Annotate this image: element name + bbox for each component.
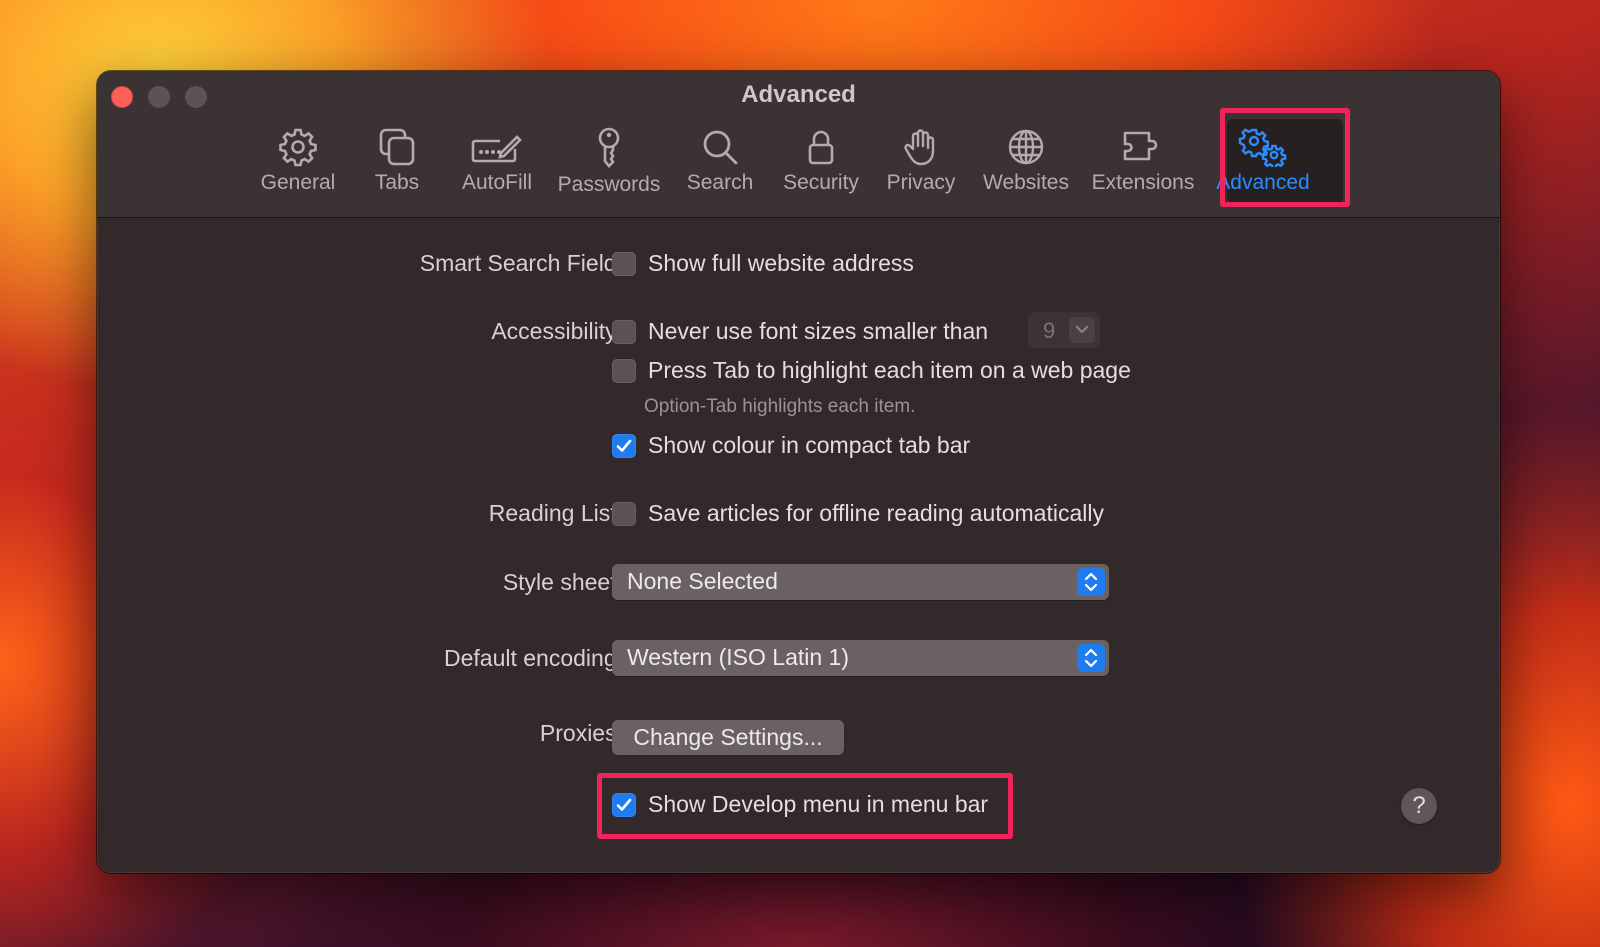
tab-label: Tabs: [374, 171, 420, 194]
show-full-address-checkbox[interactable]: [612, 252, 636, 276]
tab-extensions[interactable]: Extensions: [1091, 127, 1195, 199]
gear-icon: [279, 128, 317, 167]
min-font-size-select[interactable]: 9: [1028, 312, 1100, 348]
tab-highlight-checkbox[interactable]: [612, 359, 636, 383]
puzzle-icon: [1123, 131, 1158, 161]
tab-security[interactable]: Security: [781, 127, 861, 199]
compact-tab-colour-text: Show colour in compact tab bar: [648, 432, 971, 458]
default-encoding-popup[interactable]: Western (ISO Latin 1): [612, 640, 1109, 676]
min-font-size-value: 9: [1043, 318, 1056, 343]
option-tab-hint: Option-Tab highlights each item.: [644, 396, 916, 417]
hand-icon: [904, 129, 935, 166]
checkmark-icon: [616, 439, 632, 452]
up-down-chevron-icon: [1077, 644, 1105, 672]
min-font-size-checkbox[interactable]: [612, 320, 636, 344]
tab-label: Privacy: [886, 171, 956, 194]
lock-icon: [808, 130, 834, 165]
annotation-highlight-advanced-tab: [1220, 108, 1350, 207]
magnifier-icon: [703, 130, 738, 165]
annotation-highlight-develop-menu: [597, 773, 1013, 839]
advanced-settings-pane: Smart Search Field: Show full website ad…: [97, 218, 1500, 873]
tab-label: Security: [783, 171, 859, 194]
up-down-chevron-icon: [1077, 568, 1105, 596]
offline-reading-text: Save articles for offline reading automa…: [648, 500, 1104, 526]
tab-label: Search: [686, 171, 754, 194]
preferences-window: Advanced General Tabs AutoFill Passwords…: [97, 71, 1500, 873]
style-sheet-label: Style sheet:: [502, 569, 623, 595]
tab-tabs[interactable]: Tabs: [367, 127, 427, 199]
offline-reading-checkbox[interactable]: [612, 502, 636, 526]
autofill-pencil-icon: [471, 135, 522, 163]
tab-label: AutoFill: [461, 171, 533, 194]
tab-passwords[interactable]: Passwords: [557, 127, 661, 199]
globe-icon: [1008, 129, 1044, 165]
style-sheet-value: None Selected: [627, 568, 778, 594]
key-icon: [598, 127, 620, 168]
tab-label: Websites: [983, 171, 1069, 194]
tab-search[interactable]: Search: [685, 127, 755, 199]
default-encoding-label: Default encoding:: [443, 645, 623, 671]
tab-highlight-text: Press Tab to highlight each item on a we…: [648, 357, 1131, 383]
tab-label: Extensions: [1091, 171, 1195, 194]
style-sheet-popup[interactable]: None Selected: [612, 564, 1109, 600]
change-settings-button[interactable]: Change Settings...: [612, 720, 844, 755]
compact-tab-colour-checkbox[interactable]: [612, 434, 636, 458]
tab-privacy[interactable]: Privacy: [885, 127, 957, 199]
min-font-size-text: Never use font sizes smaller than: [648, 318, 989, 344]
tab-websites[interactable]: Websites: [981, 127, 1071, 199]
accessibility-label: Accessibility:: [491, 318, 623, 344]
smart-search-label: Smart Search Field:: [419, 250, 623, 276]
tab-general[interactable]: General: [257, 127, 339, 199]
proxies-label: Proxies:: [539, 720, 623, 746]
tab-autofill[interactable]: AutoFill: [459, 127, 535, 199]
tab-label: Passwords: [557, 173, 661, 196]
tabs-icon: [379, 128, 415, 166]
window-title: Advanced: [741, 81, 856, 108]
title-bar: Advanced General Tabs AutoFill Passwords…: [97, 71, 1500, 218]
tab-label: General: [260, 171, 336, 194]
default-encoding-value: Western (ISO Latin 1): [627, 644, 849, 670]
reading-list-label: Reading List:: [488, 500, 623, 526]
help-button[interactable]: ?: [1401, 788, 1437, 824]
show-full-address-text: Show full website address: [648, 250, 914, 276]
chevron-down-icon: [1069, 317, 1095, 343]
